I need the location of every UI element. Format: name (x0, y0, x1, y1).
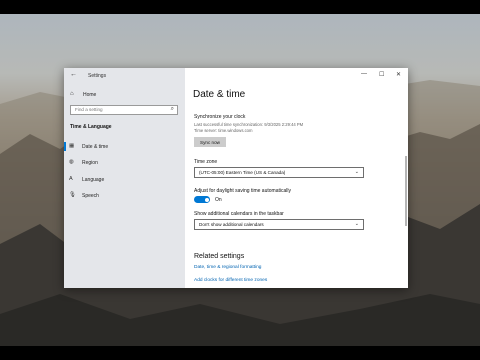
related-settings-heading: Related settings (194, 253, 245, 260)
add-clocks-link[interactable]: Add clocks for different time zones (194, 278, 267, 283)
calendar-icon: ▦ (69, 143, 75, 149)
sync-now-button[interactable]: Sync now (194, 137, 226, 147)
sidebar-item-language[interactable]: A Language (64, 174, 185, 185)
nav-home[interactable]: ⌂ Home (70, 91, 170, 100)
dst-label: Adjust for daylight saving time automati… (194, 188, 291, 194)
maximize-button[interactable]: ☐ (379, 71, 384, 78)
screen: ← Settings ⌂ Home Find a setting ⌕ Time … (0, 0, 480, 360)
dst-toggle[interactable] (194, 196, 210, 203)
close-button[interactable]: ✕ (396, 71, 401, 78)
section-title: Time & Language (70, 124, 112, 130)
globe-icon: ◍ (69, 159, 74, 165)
time-server-text: Time server: time.windows.com (194, 128, 253, 133)
sync-heading: Synchronize your clock (194, 114, 246, 120)
time-zone-label: Time zone (194, 159, 218, 165)
home-icon: ⌂ (70, 91, 74, 97)
last-sync-text: Last successful time synchronization: 9/… (194, 122, 304, 127)
settings-window: ← Settings ⌂ Home Find a setting ⌕ Time … (64, 68, 408, 288)
microphone-icon: 🎙 (69, 192, 76, 198)
search-box[interactable]: Find a setting ⌕ (70, 105, 178, 115)
scrollbar[interactable] (405, 156, 407, 226)
calendars-dropdown[interactable]: Don't show additional calendars ⌄ (194, 219, 364, 230)
time-zone-dropdown[interactable]: (UTC-05:00) Eastern Time (US & Canada) ⌄ (194, 167, 364, 178)
content-pane: — ☐ ✕ Date & time Synchronize your clock… (185, 68, 408, 288)
calendars-label: Show additional calendars in the taskbar (194, 211, 284, 217)
sidebar-item-label: Speech (82, 193, 99, 199)
nav-home-label: Home (83, 92, 97, 98)
regional-formatting-link[interactable]: Date, time & regional formatting (194, 265, 261, 270)
letterbox-bottom (0, 346, 480, 360)
language-icon: A (69, 176, 73, 182)
time-zone-value: (UTC-05:00) Eastern Time (US & Canada) (199, 170, 286, 175)
search-icon[interactable]: ⌕ (171, 106, 174, 113)
calendars-value: Don't show additional calendars (199, 222, 264, 227)
page-title: Date & time (193, 89, 246, 100)
letterbox-top (0, 0, 480, 14)
sidebar-item-date-time[interactable]: ▦ Date & time (64, 141, 185, 152)
sidebar-item-speech[interactable]: 🎙 Speech (64, 190, 185, 201)
toggle-knob (204, 197, 209, 202)
back-arrow-icon[interactable]: ← (70, 71, 77, 78)
sidebar-item-label: Date & time (82, 144, 109, 150)
sidebar-item-label: Language (82, 177, 105, 183)
active-indicator (64, 142, 66, 151)
sidebar-item-region[interactable]: ◍ Region (64, 157, 185, 168)
dst-state-label: On (215, 197, 222, 203)
minimize-button[interactable]: — (361, 71, 367, 77)
window-title: Settings (88, 73, 107, 79)
sidebar-item-label: Region (82, 160, 98, 166)
search-placeholder: Find a setting (75, 107, 103, 112)
chevron-down-icon: ⌄ (354, 221, 359, 227)
sidebar: ← Settings ⌂ Home Find a setting ⌕ Time … (64, 68, 185, 288)
chevron-down-icon: ⌄ (354, 169, 359, 175)
